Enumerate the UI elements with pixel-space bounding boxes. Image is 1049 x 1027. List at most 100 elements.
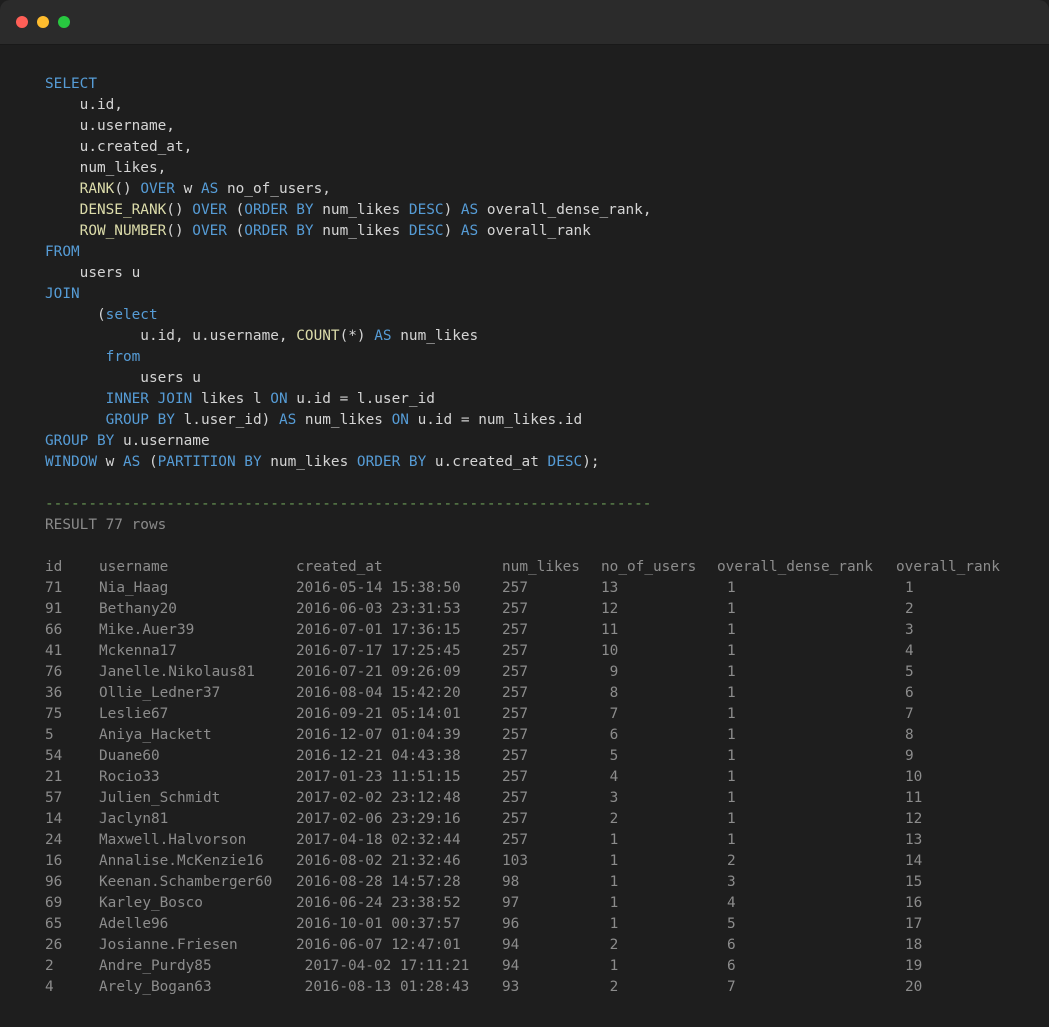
sql-keyword: FROM — [45, 244, 80, 260]
cell-num-likes: 257 — [502, 769, 528, 785]
cell-num-likes: 257 — [502, 643, 528, 659]
cell-id: 24 — [45, 832, 63, 848]
sql-text: ) — [443, 223, 461, 239]
table-row: 14 Jaclyn81 2017-02-06 23:29:16 257 2 1 12 — [45, 809, 1049, 830]
result-separator: ----------------------------------------… — [45, 496, 652, 512]
cell-num-likes: 257 — [502, 601, 528, 617]
cell-overall-dense-rank: 2 — [727, 853, 736, 869]
sql-keyword: ON — [391, 412, 409, 428]
cell-num-likes: 257 — [502, 748, 528, 764]
cell-no-of-users: 10 — [601, 643, 619, 659]
table-row: 21 Rocio33 2017-01-23 11:51:15 257 4 1 10 — [45, 767, 1049, 788]
cell-no-of-users: 13 — [601, 580, 619, 596]
cell-num-likes: 257 — [502, 664, 528, 680]
sql-text: l.user_id) — [174, 412, 279, 428]
cell-no-of-users: 8 — [601, 685, 619, 701]
cell-overall-rank: 4 — [905, 643, 914, 659]
cell-created-at: 2016-05-14 15:38:50 — [296, 580, 461, 596]
cell-username: Josianne.Friesen — [99, 937, 238, 953]
cell-id: 36 — [45, 685, 63, 701]
cell-id: 96 — [45, 874, 63, 890]
sql-keyword: DESC — [408, 223, 444, 239]
column-header-username: username — [99, 559, 169, 575]
sql-keyword: ORDER BY — [356, 454, 427, 470]
cell-overall-dense-rank: 1 — [727, 748, 736, 764]
sql-text: likes l — [192, 391, 271, 407]
sql-text: u.id = num_likes.id — [408, 412, 583, 428]
cell-id: 75 — [45, 706, 63, 722]
cell-created-at: 2016-06-07 12:47:01 — [296, 937, 461, 953]
sql-query: SELECT u.id, u.username, u.created_at, n… — [45, 74, 1049, 473]
sql-keyword: DESC — [408, 202, 444, 218]
column-header-no-of-users: no_of_users — [601, 559, 697, 575]
code-line: INNER JOIN likes l ON u.id = l.user_id — [45, 389, 1049, 410]
sql-text: u.id, u.username, — [45, 328, 297, 344]
sql-keyword: WINDOW — [45, 454, 97, 470]
cell-overall-dense-rank: 1 — [727, 727, 736, 743]
code-line: DENSE_RANK() OVER (ORDER BY num_likes DE… — [45, 200, 1049, 221]
cell-overall-rank: 6 — [905, 685, 914, 701]
minimize-window-button[interactable] — [37, 16, 49, 28]
cell-no-of-users: 1 — [601, 874, 619, 890]
code-line: from — [45, 347, 1049, 368]
cell-overall-rank: 3 — [905, 622, 914, 638]
sql-text: () — [114, 181, 141, 197]
cell-no-of-users: 5 — [601, 748, 619, 764]
cell-num-likes: 93 — [502, 979, 520, 995]
cell-username: Annalise.McKenzie16 — [99, 853, 264, 869]
cell-id: 14 — [45, 811, 63, 827]
cell-overall-dense-rank: 3 — [727, 874, 736, 890]
cell-created-at: 2016-08-28 14:57:28 — [296, 874, 461, 890]
sql-text: u.id, — [45, 97, 123, 113]
cell-created-at: 2016-09-21 05:14:01 — [296, 706, 461, 722]
cell-id: 21 — [45, 769, 63, 785]
close-window-button[interactable] — [16, 16, 28, 28]
cell-created-at: 2017-02-02 23:12:48 — [296, 790, 461, 806]
sql-keyword: AS — [460, 223, 479, 239]
cell-id: 41 — [45, 643, 63, 659]
code-line: JOIN — [45, 284, 1049, 305]
table-row: 54 Duane60 2016-12-21 04:43:38 257 5 1 9 — [45, 746, 1049, 767]
cell-overall-dense-rank: 1 — [727, 706, 736, 722]
maximize-window-button[interactable] — [58, 16, 70, 28]
sql-keyword: OVER — [140, 181, 175, 197]
column-header-id: id — [45, 559, 63, 575]
cell-username: Duane60 — [99, 748, 160, 764]
table-row: 66 Mike.Auer39 2016-07-01 17:36:15 257 11 1 3 — [45, 620, 1049, 641]
cell-username: Bethany20 — [99, 601, 177, 617]
cell-username: Aniya_Hackett — [99, 727, 212, 743]
sql-text: num_likes — [313, 202, 409, 218]
cell-username: Andre_Purdy85 — [99, 958, 212, 974]
cell-username: Keenan.Schamberger60 — [99, 874, 273, 890]
cell-created-at: 2016-06-24 23:38:52 — [296, 895, 461, 911]
sql-text: overall_dense_rank, — [478, 202, 652, 218]
cell-num-likes: 94 — [502, 937, 520, 953]
sql-keyword: OVER — [192, 202, 227, 218]
cell-id: 76 — [45, 664, 63, 680]
sql-text: users u — [45, 370, 201, 386]
cell-overall-dense-rank: 6 — [727, 958, 736, 974]
sql-text: u.created_at, — [45, 139, 193, 155]
cell-num-likes: 257 — [502, 685, 528, 701]
cell-username: Maxwell.Halvorson — [99, 832, 247, 848]
cell-no-of-users: 1 — [601, 958, 619, 974]
cell-overall-dense-rank: 1 — [727, 769, 736, 785]
cell-username: Julien_Schmidt — [99, 790, 221, 806]
cell-overall-rank: 5 — [905, 664, 914, 680]
cell-overall-rank: 13 — [905, 832, 923, 848]
sql-text: users u — [45, 265, 141, 281]
cell-created-at: 2017-01-23 11:51:15 — [296, 769, 461, 785]
cell-created-at: 2017-04-18 02:32:44 — [296, 832, 461, 848]
cell-overall-rank: 8 — [905, 727, 914, 743]
code-line: u.id, — [45, 95, 1049, 116]
cell-no-of-users: 1 — [601, 853, 619, 869]
sql-keyword: JOIN — [45, 286, 80, 302]
cell-created-at: 2016-07-21 09:26:09 — [296, 664, 461, 680]
code-line: (select — [45, 305, 1049, 326]
cell-id: 65 — [45, 916, 63, 932]
sql-text: ); — [582, 454, 600, 470]
code-line: FROM — [45, 242, 1049, 263]
cell-id: 91 — [45, 601, 63, 617]
sql-text: no_of_users, — [218, 181, 331, 197]
